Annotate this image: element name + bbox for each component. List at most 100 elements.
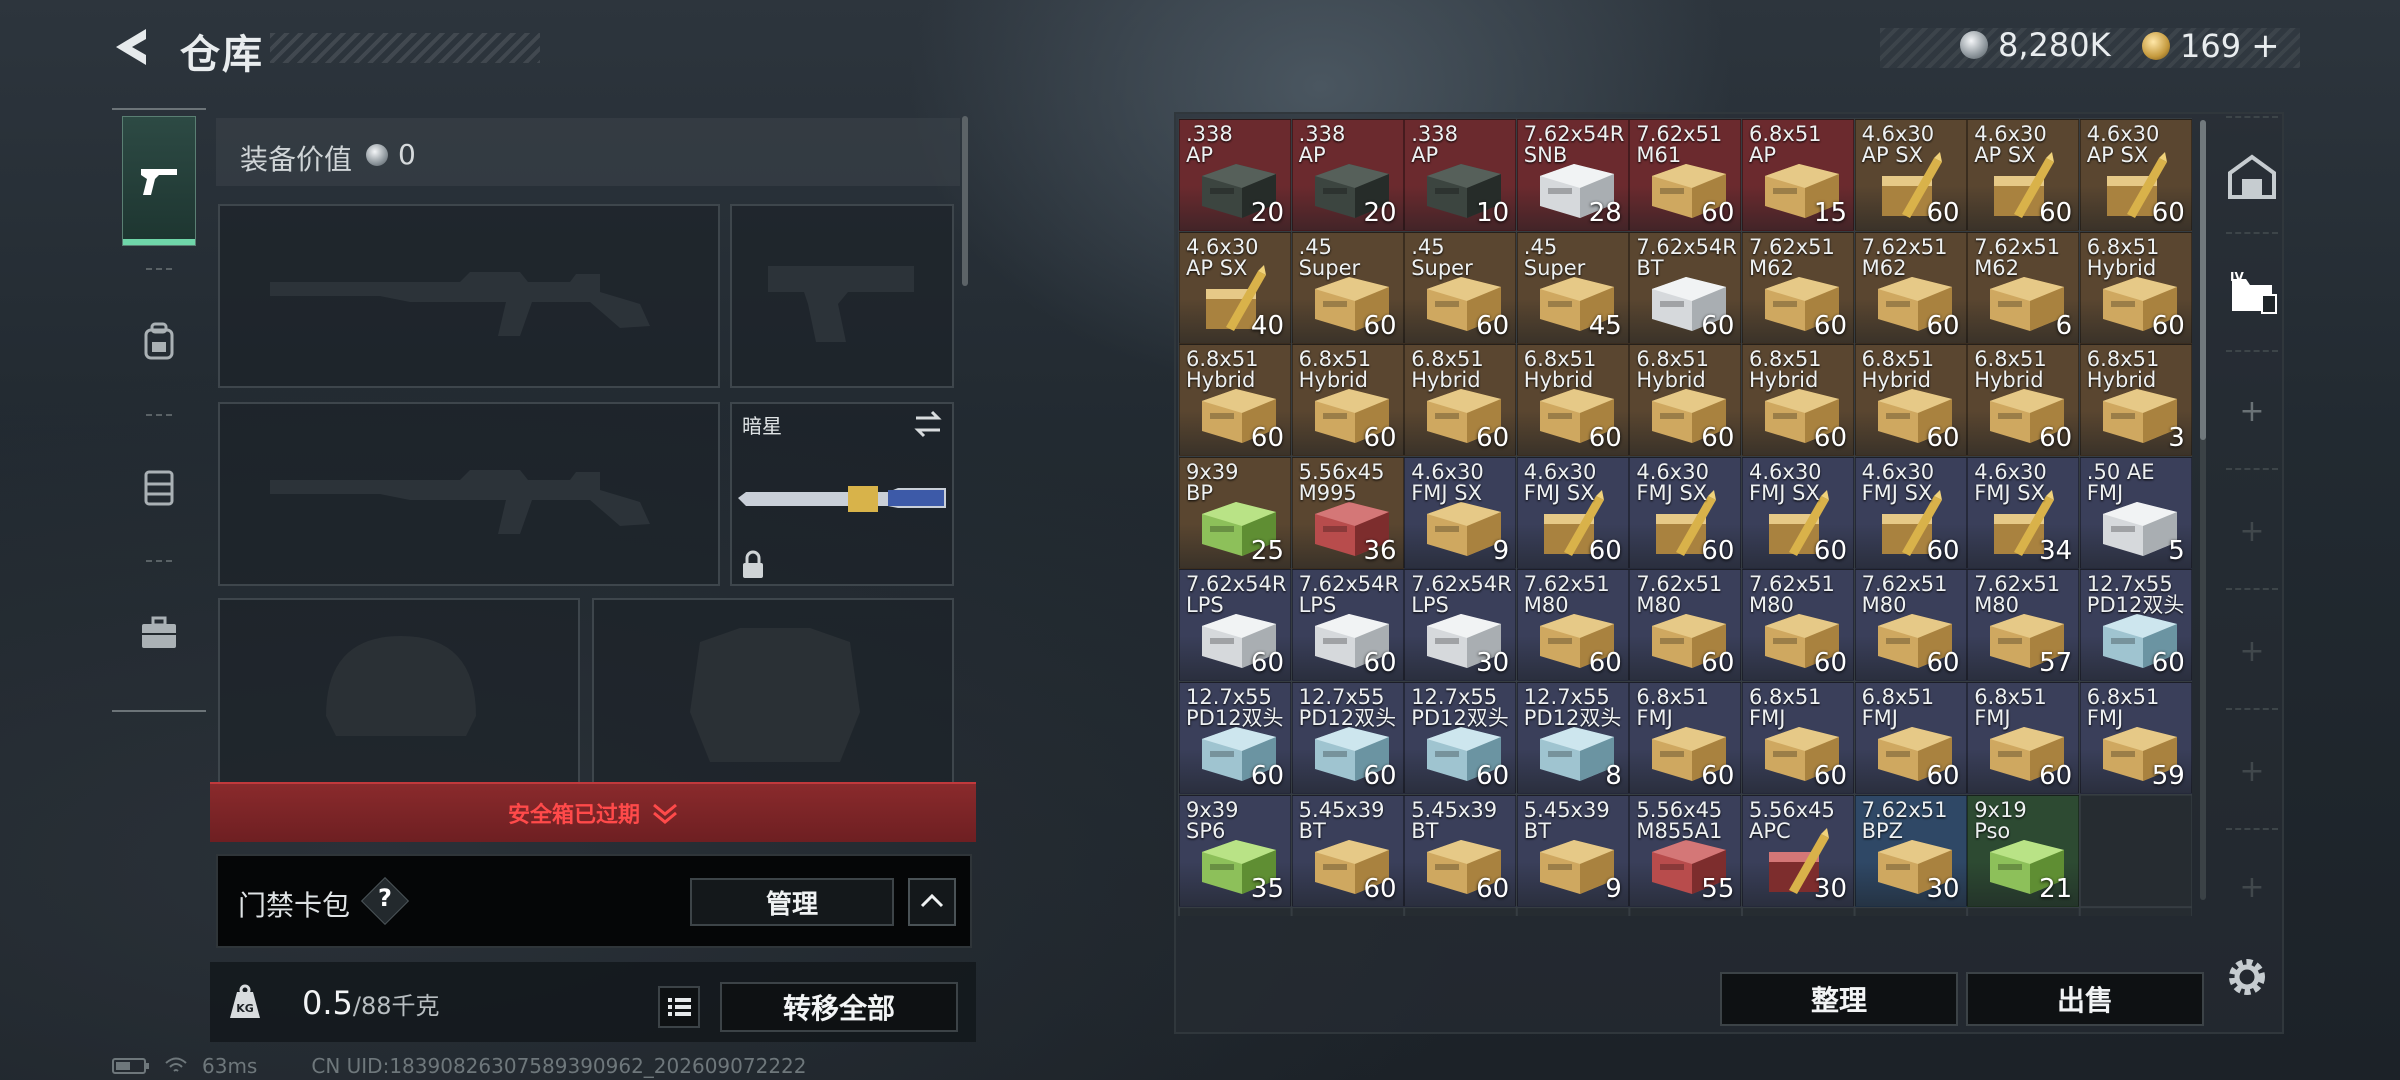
- inventory-item[interactable]: 5.45x39 BT 9: [1516, 794, 1629, 907]
- inventory-item[interactable]: 6.8x51 FMJ 59: [2079, 682, 2192, 794]
- inventory-item[interactable]: 12.7x55 PD12双头 60: [2079, 569, 2192, 682]
- inventory-item[interactable]: .45 Super 60: [1404, 231, 1517, 344]
- inventory-item[interactable]: 9x19 Pso 21: [1967, 794, 2080, 907]
- inventory-item[interactable]: 4.6x30 FMJ SX 60: [1854, 456, 1967, 569]
- helmet-slot[interactable]: [218, 598, 580, 788]
- inventory-item[interactable]: 4.6x30 FMJ SX 9: [1404, 456, 1517, 569]
- inventory-item[interactable]: 9x39 SP6 35: [1179, 794, 1291, 907]
- inventory-item[interactable]: 6.8x51 Hybrid 60: [1516, 344, 1629, 457]
- inventory-item[interactable]: 7.62x51 M80 60: [1629, 569, 1742, 682]
- inventory-item[interactable]: 6.8x51 Hybrid 60: [1179, 344, 1291, 457]
- inventory-item[interactable]: 7.62x51 M61 60: [1629, 119, 1742, 231]
- safebox-expired-banner[interactable]: 安全箱已过期: [210, 782, 976, 842]
- inventory-item[interactable]: .338 AP 20: [1179, 119, 1291, 231]
- tab-vest[interactable]: [122, 422, 196, 552]
- inventory-item[interactable]: 4.6x30 AP SX 40: [1179, 231, 1291, 344]
- gold-currency[interactable]: 169 +: [2142, 26, 2280, 66]
- item-count: 60: [1926, 310, 1960, 341]
- tab-storage-iv[interactable]: IV: [2220, 248, 2284, 338]
- manage-button[interactable]: 管理: [690, 878, 894, 926]
- inventory-item[interactable]: 7.62x51 M80 57: [1967, 569, 2080, 682]
- inventory-item[interactable]: 7.62x51 M80 60: [1516, 569, 1629, 682]
- equipment-scrollbar[interactable]: [962, 116, 968, 286]
- sell-button[interactable]: 出售: [1966, 972, 2204, 1026]
- inventory-item[interactable]: 4.6x30 AP SX 60: [1854, 119, 1967, 231]
- inventory-item[interactable]: 6.8x51 FMJ 60: [1629, 682, 1742, 794]
- tab-weapons[interactable]: [122, 116, 196, 246]
- add-storage-tab-2[interactable]: +: [2220, 486, 2284, 576]
- help-question-mark[interactable]: ?: [378, 884, 392, 912]
- inventory-item[interactable]: 7.62x51 M62 6: [1967, 231, 2080, 344]
- inventory-item[interactable]: 12.7x55 PD12双头 60: [1179, 682, 1291, 794]
- transfer-all-button[interactable]: 转移全部: [720, 982, 958, 1032]
- list-view-button[interactable]: [658, 986, 700, 1028]
- collapse-button[interactable]: [908, 878, 956, 926]
- inventory-item[interactable]: 6.8x51 Hybrid 60: [1291, 344, 1404, 457]
- armor-slot[interactable]: [592, 598, 954, 788]
- primary-weapon-slot[interactable]: [218, 204, 720, 388]
- inventory-item[interactable]: 7.62x51 M62 60: [1742, 231, 1854, 344]
- item-count: 60: [1476, 873, 1510, 904]
- inventory-item[interactable]: 7.62x51 M80 60: [1854, 569, 1967, 682]
- add-storage-tab-5[interactable]: +: [2220, 842, 2284, 932]
- inventory-item[interactable]: 7.62x54R LPS 60: [1291, 569, 1404, 682]
- inventory-item[interactable]: .338 AP 10: [1404, 119, 1517, 231]
- tab-storage-main[interactable]: [2220, 132, 2284, 222]
- add-storage-tab-3[interactable]: +: [2220, 606, 2284, 696]
- inventory-item[interactable]: 7.62x51 BPZ 30: [1854, 794, 1967, 907]
- inventory-item[interactable]: 7.62x51 M62 60: [1854, 231, 1967, 344]
- inventory-item[interactable]: 6.8x51 Hybrid 60: [1854, 344, 1967, 457]
- inventory-item[interactable]: 7.62x54R BT 60: [1629, 231, 1742, 344]
- gear-icon[interactable]: [2222, 952, 2272, 1002]
- inventory-item[interactable]: 4.6x30 FMJ SX 34: [1967, 456, 2080, 569]
- inventory-item[interactable]: 6.8x51 FMJ 60: [1854, 682, 1967, 794]
- primary-weapon-slot-2[interactable]: [218, 402, 720, 586]
- inventory-item[interactable]: 6.8x51 Hybrid 3: [2079, 344, 2192, 457]
- gold-plus[interactable]: +: [2251, 26, 2280, 66]
- tab-briefcase[interactable]: [122, 568, 196, 698]
- inventory-item[interactable]: 6.8x51 AP 15: [1742, 119, 1854, 231]
- silver-amount: 8,280K: [1998, 26, 2111, 64]
- inventory-item[interactable]: 6.8x51 Hybrid 60: [1742, 344, 1854, 457]
- swap-icon[interactable]: [912, 408, 944, 440]
- inventory-item[interactable]: 12.7x55 PD12双头 8: [1516, 682, 1629, 794]
- inventory-item[interactable]: .50 AE FMJ 5: [2079, 456, 2192, 569]
- inventory-item[interactable]: 7.62x51 M80 60: [1742, 569, 1854, 682]
- inventory-grid[interactable]: .338 AP 20 .338 AP 20 .338 AP 10 7.62x54R SNB 2…: [1178, 118, 2192, 916]
- inventory-item[interactable]: 9x39 BP 25: [1179, 456, 1291, 569]
- status-bar: 63ms CN UID:18390826307589390962_2026090…: [112, 1054, 807, 1078]
- inventory-item[interactable]: 5.56x45 APC 30: [1742, 794, 1854, 907]
- melee-weapon-slot[interactable]: 暗星: [730, 402, 954, 586]
- folder-iv-icon: IV: [2230, 270, 2277, 314]
- inventory-item[interactable]: 4.6x30 AP SX 60: [2079, 119, 2192, 231]
- inventory-item[interactable]: 5.56x45 M855A1 55: [1629, 794, 1742, 907]
- inventory-item[interactable]: 12.7x55 PD12双头 60: [1291, 682, 1404, 794]
- add-storage-tab-4[interactable]: +: [2220, 726, 2284, 816]
- inventory-item[interactable]: 6.8x51 FMJ 60: [1967, 682, 2080, 794]
- inventory-item[interactable]: 6.8x51 Hybrid 60: [1629, 344, 1742, 457]
- inventory-item[interactable]: .338 AP 20: [1291, 119, 1404, 231]
- add-storage-tab-1[interactable]: +: [2220, 366, 2284, 456]
- inventory-item[interactable]: .45 Super 60: [1291, 231, 1404, 344]
- secondary-weapon-slot[interactable]: [730, 204, 954, 388]
- inventory-item[interactable]: 6.8x51 Hybrid 60: [1404, 344, 1517, 457]
- inventory-item[interactable]: 4.6x30 AP SX 60: [1967, 119, 2080, 231]
- inventory-item[interactable]: .45 Super 45: [1516, 231, 1629, 344]
- inventory-scrollbar-thumb[interactable]: [2200, 120, 2206, 440]
- inventory-item[interactable]: 12.7x55 PD12双头 60: [1404, 682, 1517, 794]
- inventory-item[interactable]: 7.62x54R LPS 30: [1404, 569, 1517, 682]
- inventory-item[interactable]: 4.6x30 FMJ SX 60: [1516, 456, 1629, 569]
- inventory-item[interactable]: 4.6x30 FMJ SX 60: [1742, 456, 1854, 569]
- inventory-item[interactable]: 4.6x30 FMJ SX 60: [1629, 456, 1742, 569]
- inventory-item[interactable]: 6.8x51 FMJ 60: [1742, 682, 1854, 794]
- back-arrow-icon[interactable]: [110, 25, 154, 69]
- inventory-item[interactable]: 5.56x45 M995 36: [1291, 456, 1404, 569]
- inventory-item[interactable]: 5.45x39 BT 60: [1291, 794, 1404, 907]
- inventory-item[interactable]: 7.62x54R SNB 28: [1516, 119, 1629, 231]
- tab-backpack[interactable]: [122, 276, 196, 406]
- inventory-item[interactable]: 6.8x51 Hybrid 60: [1967, 344, 2080, 457]
- inventory-item[interactable]: 6.8x51 Hybrid 60: [2079, 231, 2192, 344]
- inventory-item[interactable]: 7.62x54R LPS 60: [1179, 569, 1291, 682]
- tidy-button[interactable]: 整理: [1720, 972, 1958, 1026]
- inventory-item[interactable]: 5.45x39 BT 60: [1404, 794, 1517, 907]
